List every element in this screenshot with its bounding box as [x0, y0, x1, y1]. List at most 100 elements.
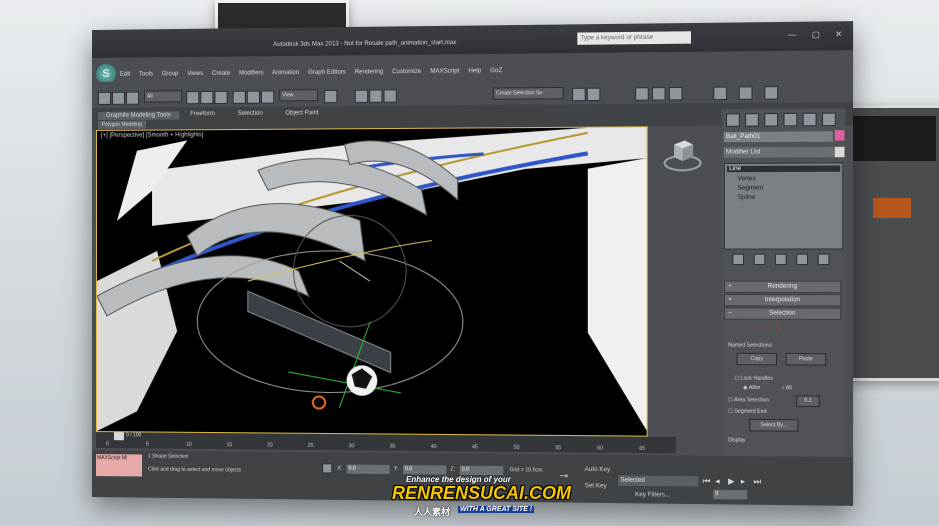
lock-handles-checkbox[interactable]: ☐ Lock Handles [734, 375, 773, 381]
maxscript-listener[interactable]: MAXScript Mi [95, 454, 143, 477]
key-icon[interactable]: ⊸ [560, 471, 569, 482]
lock-selection-icon[interactable] [322, 463, 333, 474]
angle-snap-icon[interactable] [369, 89, 383, 103]
rendered-frame-window-icon[interactable] [738, 86, 753, 100]
rollout-rendering[interactable]: + Rendering [723, 280, 842, 294]
menu-goz[interactable]: GoZ [490, 68, 502, 74]
reference-coordinate-dropdown[interactable]: View [279, 89, 318, 102]
select-move-icon[interactable] [232, 90, 246, 104]
alike-label: Alike [748, 384, 761, 392]
stack-item-spline[interactable]: Spline [738, 195, 756, 201]
goto-end-icon[interactable]: ⏭ [754, 477, 762, 487]
redo-icon[interactable] [111, 91, 125, 105]
goto-start-icon[interactable]: ⏮ [703, 476, 711, 486]
material-editor-icon[interactable] [668, 86, 683, 101]
modifier-list-dropdown[interactable]: Modifier List [723, 146, 837, 158]
modify-tab-icon[interactable] [745, 113, 759, 127]
make-unique-icon[interactable] [774, 253, 787, 266]
hierarchy-tab-icon[interactable] [764, 113, 779, 127]
menu-modifiers[interactable]: Modifiers [239, 70, 264, 76]
menu-tools[interactable]: Tools [139, 71, 153, 77]
x-label: X: [337, 465, 343, 472]
menu-group[interactable]: Group [162, 71, 179, 77]
alike-radio[interactable]: ◉ Alike [743, 385, 760, 391]
key-selection-dropdown[interactable]: Selected [618, 475, 699, 487]
tab-selection[interactable]: Selection [238, 111, 263, 117]
play-icon[interactable]: ▶ [728, 477, 735, 486]
area-selection-spinner[interactable]: 0.1 [796, 395, 820, 408]
stack-item-segment[interactable]: Segment [738, 185, 764, 191]
display-tab-icon[interactable] [802, 112, 817, 127]
area-selection-checkbox[interactable]: ☐ Area Selection: [728, 397, 770, 403]
set-key-button[interactable]: Set Key [585, 483, 607, 489]
command-panel: Ball_Path01 Modifier List Line Vertex Se… [721, 108, 846, 503]
named-selection-dropdown[interactable]: Create Selection Se [492, 86, 564, 100]
curve-editor-icon[interactable] [635, 87, 649, 101]
remove-modifier-icon[interactable] [796, 253, 809, 266]
rollout-interpolation[interactable]: + Interpolation [723, 293, 842, 307]
stack-item-vertex[interactable]: Vertex [738, 176, 756, 182]
tab-polygon-modeling[interactable]: Polygon Modeling [97, 120, 146, 129]
menu-animation[interactable]: Animation [272, 70, 299, 76]
menu-create[interactable]: Create [212, 71, 230, 77]
app-window: Autodesk 3ds Max 2013 - Not for Resale p… [92, 21, 854, 506]
object-color-swatch[interactable] [834, 130, 845, 141]
menu-help[interactable]: Help [468, 68, 481, 74]
viewcube[interactable] [661, 134, 703, 175]
select-object-icon[interactable] [186, 91, 200, 105]
align-icon[interactable] [586, 87, 601, 102]
mirror-icon[interactable] [572, 87, 586, 102]
select-by-name-icon[interactable] [200, 90, 214, 105]
tab-object-paint[interactable]: Object Paint [285, 110, 318, 116]
rectangle-selection-icon[interactable] [214, 90, 228, 105]
window-controls[interactable]: — ▢ ✕ [788, 29, 849, 39]
all-radio[interactable]: ○ All [781, 385, 791, 391]
copy-button[interactable]: Copy [736, 352, 778, 366]
pivot-icon[interactable] [324, 89, 338, 104]
select-scale-icon[interactable] [261, 90, 275, 104]
menu-maxscript[interactable]: MAXScript [430, 68, 459, 74]
menu-graph-editors[interactable]: Graph Editors [308, 70, 346, 76]
chevron-down-icon[interactable] [834, 146, 845, 158]
selection-filter-dropdown[interactable]: All [144, 90, 183, 103]
tick-label: 15 [226, 442, 233, 449]
motion-tab-icon[interactable] [783, 112, 798, 127]
tab-freeform[interactable]: Freeform [190, 111, 215, 117]
menu-views[interactable]: Views [187, 71, 203, 77]
link-icon[interactable] [125, 91, 139, 105]
next-frame-icon[interactable]: ▸ [741, 477, 745, 486]
pin-stack-icon[interactable] [732, 253, 745, 266]
tab-graphite-modeling-tools[interactable]: Graphite Modeling Tools [97, 111, 179, 120]
rollout-selection[interactable]: − Selection [723, 307, 842, 321]
key-filters-button[interactable]: Key Filters... [635, 492, 670, 499]
segment-end-checkbox[interactable]: ☐ Segment End [728, 408, 767, 414]
menu-customize[interactable]: Customize [392, 69, 421, 75]
render-setup-icon[interactable] [713, 86, 728, 101]
percent-snap-icon[interactable] [383, 89, 397, 103]
paste-button[interactable]: Paste [785, 352, 827, 366]
select-rotate-icon[interactable] [246, 90, 260, 104]
schematic-view-icon[interactable] [651, 87, 666, 101]
select-by-button[interactable]: Select By... [749, 418, 799, 432]
perspective-viewport[interactable]: [+] [Perspective] [Smooth + Highlights] [95, 126, 648, 437]
search-input[interactable]: Type a keyword or phrase [577, 31, 691, 45]
prev-frame-icon[interactable]: ◂ [715, 476, 719, 485]
create-tab-icon[interactable] [725, 113, 740, 127]
time-slider-handle[interactable] [113, 432, 124, 441]
stack-item-line[interactable]: Line [727, 165, 841, 173]
show-end-result-icon[interactable] [753, 253, 766, 266]
menu-rendering[interactable]: Rendering [355, 69, 383, 75]
tick-label: 35 [389, 443, 396, 450]
snap-icon[interactable] [354, 89, 369, 103]
undo-icon[interactable] [97, 91, 111, 105]
object-name-field[interactable]: Ball_Path01 [723, 131, 833, 143]
current-frame-field[interactable]: 0 [713, 489, 748, 500]
x-coordinate-field[interactable]: 0.0 [346, 464, 390, 475]
render-production-icon[interactable] [764, 86, 779, 100]
sub-object-level-icons[interactable]: ⋰ ⟋ ⟆ [758, 322, 781, 332]
auto-key-button[interactable]: Auto Key [585, 467, 611, 473]
utilities-tab-icon[interactable] [821, 112, 836, 127]
configure-modifier-sets-icon[interactable] [817, 253, 830, 266]
menu-edit[interactable]: Edit [120, 72, 130, 78]
viewport-label[interactable]: [+] [Perspective] [Smooth + Highlights] [101, 132, 203, 139]
